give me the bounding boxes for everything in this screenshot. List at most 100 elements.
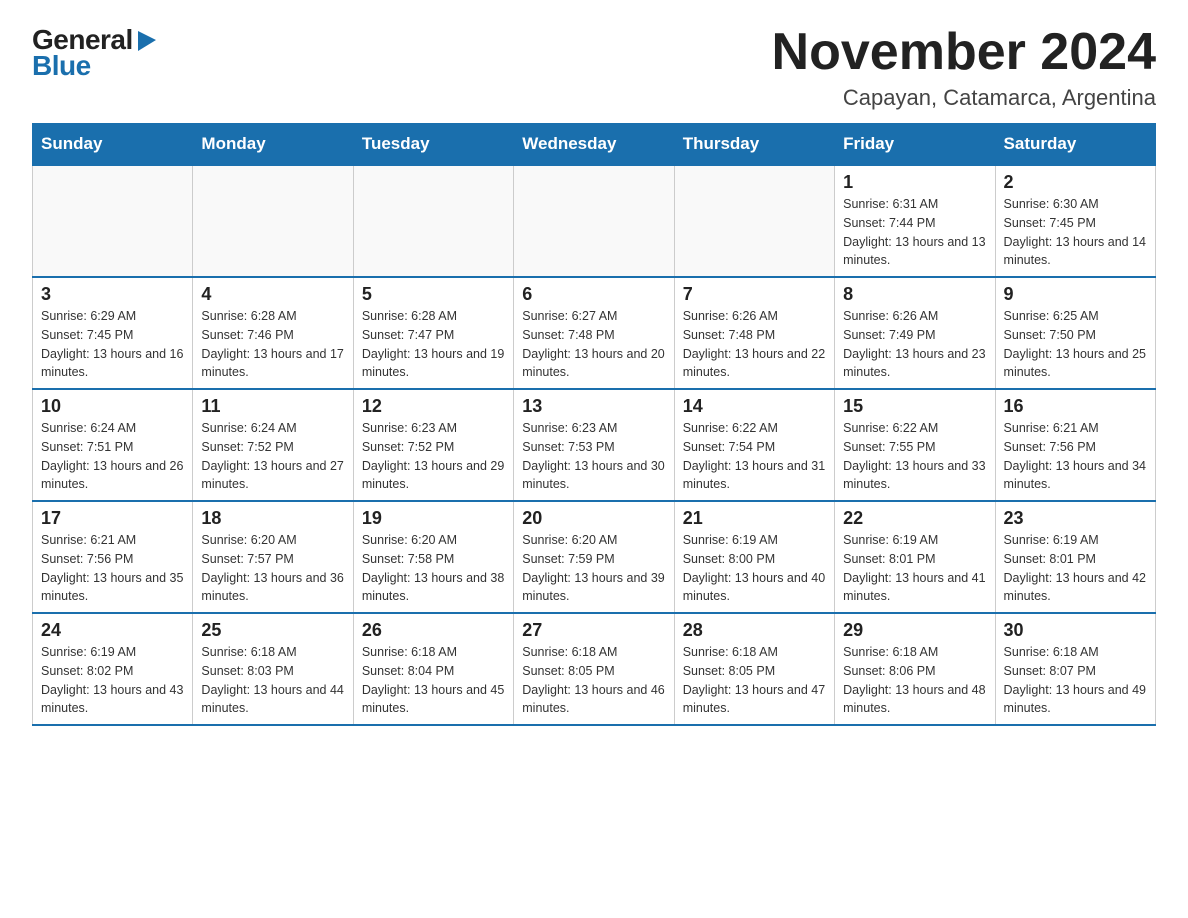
day-number-13: 13: [522, 396, 665, 417]
day-number-10: 10: [41, 396, 184, 417]
day-info-11: Sunrise: 6:24 AM Sunset: 7:52 PM Dayligh…: [201, 419, 344, 494]
title-section: November 2024 Capayan, Catamarca, Argent…: [772, 24, 1156, 111]
day-number-6: 6: [522, 284, 665, 305]
day-number-12: 12: [362, 396, 505, 417]
calendar-cell-2-2: 4Sunrise: 6:28 AM Sunset: 7:46 PM Daylig…: [193, 277, 353, 389]
calendar-cell-2-4: 6Sunrise: 6:27 AM Sunset: 7:48 PM Daylig…: [514, 277, 674, 389]
calendar-cell-4-6: 22Sunrise: 6:19 AM Sunset: 8:01 PM Dayli…: [835, 501, 995, 613]
location-subtitle: Capayan, Catamarca, Argentina: [772, 85, 1156, 111]
calendar-cell-1-4: [514, 165, 674, 277]
calendar-week-4: 17Sunrise: 6:21 AM Sunset: 7:56 PM Dayli…: [33, 501, 1156, 613]
day-info-13: Sunrise: 6:23 AM Sunset: 7:53 PM Dayligh…: [522, 419, 665, 494]
calendar-cell-5-1: 24Sunrise: 6:19 AM Sunset: 8:02 PM Dayli…: [33, 613, 193, 725]
calendar-cell-3-3: 12Sunrise: 6:23 AM Sunset: 7:52 PM Dayli…: [353, 389, 513, 501]
calendar-cell-3-1: 10Sunrise: 6:24 AM Sunset: 7:51 PM Dayli…: [33, 389, 193, 501]
calendar-header-row: Sunday Monday Tuesday Wednesday Thursday…: [33, 124, 1156, 166]
day-number-5: 5: [362, 284, 505, 305]
calendar-cell-2-6: 8Sunrise: 6:26 AM Sunset: 7:49 PM Daylig…: [835, 277, 995, 389]
day-number-23: 23: [1004, 508, 1147, 529]
day-info-29: Sunrise: 6:18 AM Sunset: 8:06 PM Dayligh…: [843, 643, 986, 718]
calendar-cell-1-6: 1Sunrise: 6:31 AM Sunset: 7:44 PM Daylig…: [835, 165, 995, 277]
day-number-1: 1: [843, 172, 986, 193]
month-title: November 2024: [772, 24, 1156, 81]
day-number-2: 2: [1004, 172, 1147, 193]
day-info-4: Sunrise: 6:28 AM Sunset: 7:46 PM Dayligh…: [201, 307, 344, 382]
calendar-cell-5-3: 26Sunrise: 6:18 AM Sunset: 8:04 PM Dayli…: [353, 613, 513, 725]
day-info-3: Sunrise: 6:29 AM Sunset: 7:45 PM Dayligh…: [41, 307, 184, 382]
header-sunday: Sunday: [33, 124, 193, 166]
day-number-20: 20: [522, 508, 665, 529]
day-info-21: Sunrise: 6:19 AM Sunset: 8:00 PM Dayligh…: [683, 531, 826, 606]
day-info-12: Sunrise: 6:23 AM Sunset: 7:52 PM Dayligh…: [362, 419, 505, 494]
day-info-24: Sunrise: 6:19 AM Sunset: 8:02 PM Dayligh…: [41, 643, 184, 718]
calendar-cell-1-3: [353, 165, 513, 277]
calendar-cell-1-1: [33, 165, 193, 277]
calendar-cell-4-4: 20Sunrise: 6:20 AM Sunset: 7:59 PM Dayli…: [514, 501, 674, 613]
day-number-30: 30: [1004, 620, 1147, 641]
calendar-cell-5-2: 25Sunrise: 6:18 AM Sunset: 8:03 PM Dayli…: [193, 613, 353, 725]
day-number-7: 7: [683, 284, 826, 305]
day-number-18: 18: [201, 508, 344, 529]
day-info-22: Sunrise: 6:19 AM Sunset: 8:01 PM Dayligh…: [843, 531, 986, 606]
calendar-cell-4-3: 19Sunrise: 6:20 AM Sunset: 7:58 PM Dayli…: [353, 501, 513, 613]
day-info-30: Sunrise: 6:18 AM Sunset: 8:07 PM Dayligh…: [1004, 643, 1147, 718]
day-info-6: Sunrise: 6:27 AM Sunset: 7:48 PM Dayligh…: [522, 307, 665, 382]
day-info-16: Sunrise: 6:21 AM Sunset: 7:56 PM Dayligh…: [1004, 419, 1147, 494]
calendar-cell-1-5: [674, 165, 834, 277]
day-number-21: 21: [683, 508, 826, 529]
page-header: General Blue November 2024 Capayan, Cata…: [32, 24, 1156, 111]
day-number-15: 15: [843, 396, 986, 417]
day-info-28: Sunrise: 6:18 AM Sunset: 8:05 PM Dayligh…: [683, 643, 826, 718]
calendar-cell-1-2: [193, 165, 353, 277]
calendar-cell-4-1: 17Sunrise: 6:21 AM Sunset: 7:56 PM Dayli…: [33, 501, 193, 613]
day-info-26: Sunrise: 6:18 AM Sunset: 8:04 PM Dayligh…: [362, 643, 505, 718]
day-number-9: 9: [1004, 284, 1147, 305]
calendar-cell-2-7: 9Sunrise: 6:25 AM Sunset: 7:50 PM Daylig…: [995, 277, 1155, 389]
day-number-17: 17: [41, 508, 184, 529]
day-info-27: Sunrise: 6:18 AM Sunset: 8:05 PM Dayligh…: [522, 643, 665, 718]
day-info-1: Sunrise: 6:31 AM Sunset: 7:44 PM Dayligh…: [843, 195, 986, 270]
day-number-29: 29: [843, 620, 986, 641]
header-thursday: Thursday: [674, 124, 834, 166]
calendar-cell-5-4: 27Sunrise: 6:18 AM Sunset: 8:05 PM Dayli…: [514, 613, 674, 725]
day-info-5: Sunrise: 6:28 AM Sunset: 7:47 PM Dayligh…: [362, 307, 505, 382]
header-saturday: Saturday: [995, 124, 1155, 166]
day-info-17: Sunrise: 6:21 AM Sunset: 7:56 PM Dayligh…: [41, 531, 184, 606]
header-wednesday: Wednesday: [514, 124, 674, 166]
calendar-cell-5-5: 28Sunrise: 6:18 AM Sunset: 8:05 PM Dayli…: [674, 613, 834, 725]
day-info-23: Sunrise: 6:19 AM Sunset: 8:01 PM Dayligh…: [1004, 531, 1147, 606]
day-number-27: 27: [522, 620, 665, 641]
day-number-8: 8: [843, 284, 986, 305]
calendar-cell-3-4: 13Sunrise: 6:23 AM Sunset: 7:53 PM Dayli…: [514, 389, 674, 501]
calendar-week-3: 10Sunrise: 6:24 AM Sunset: 7:51 PM Dayli…: [33, 389, 1156, 501]
day-number-3: 3: [41, 284, 184, 305]
day-number-14: 14: [683, 396, 826, 417]
day-number-19: 19: [362, 508, 505, 529]
day-info-19: Sunrise: 6:20 AM Sunset: 7:58 PM Dayligh…: [362, 531, 505, 606]
day-info-20: Sunrise: 6:20 AM Sunset: 7:59 PM Dayligh…: [522, 531, 665, 606]
calendar-cell-3-6: 15Sunrise: 6:22 AM Sunset: 7:55 PM Dayli…: [835, 389, 995, 501]
day-info-18: Sunrise: 6:20 AM Sunset: 7:57 PM Dayligh…: [201, 531, 344, 606]
calendar-cell-2-5: 7Sunrise: 6:26 AM Sunset: 7:48 PM Daylig…: [674, 277, 834, 389]
calendar-cell-3-2: 11Sunrise: 6:24 AM Sunset: 7:52 PM Dayli…: [193, 389, 353, 501]
calendar-week-5: 24Sunrise: 6:19 AM Sunset: 8:02 PM Dayli…: [33, 613, 1156, 725]
day-info-2: Sunrise: 6:30 AM Sunset: 7:45 PM Dayligh…: [1004, 195, 1147, 270]
header-tuesday: Tuesday: [353, 124, 513, 166]
logo-blue-text: Blue: [32, 50, 91, 82]
day-number-24: 24: [41, 620, 184, 641]
calendar-cell-1-7: 2Sunrise: 6:30 AM Sunset: 7:45 PM Daylig…: [995, 165, 1155, 277]
day-number-28: 28: [683, 620, 826, 641]
day-number-4: 4: [201, 284, 344, 305]
day-info-10: Sunrise: 6:24 AM Sunset: 7:51 PM Dayligh…: [41, 419, 184, 494]
logo: General Blue: [32, 24, 158, 82]
calendar-cell-2-3: 5Sunrise: 6:28 AM Sunset: 7:47 PM Daylig…: [353, 277, 513, 389]
day-number-25: 25: [201, 620, 344, 641]
header-friday: Friday: [835, 124, 995, 166]
calendar-cell-4-2: 18Sunrise: 6:20 AM Sunset: 7:57 PM Dayli…: [193, 501, 353, 613]
day-info-25: Sunrise: 6:18 AM Sunset: 8:03 PM Dayligh…: [201, 643, 344, 718]
calendar-cell-5-6: 29Sunrise: 6:18 AM Sunset: 8:06 PM Dayli…: [835, 613, 995, 725]
calendar-cell-4-5: 21Sunrise: 6:19 AM Sunset: 8:00 PM Dayli…: [674, 501, 834, 613]
day-info-8: Sunrise: 6:26 AM Sunset: 7:49 PM Dayligh…: [843, 307, 986, 382]
logo-triangle-icon: [136, 29, 158, 51]
calendar-cell-4-7: 23Sunrise: 6:19 AM Sunset: 8:01 PM Dayli…: [995, 501, 1155, 613]
